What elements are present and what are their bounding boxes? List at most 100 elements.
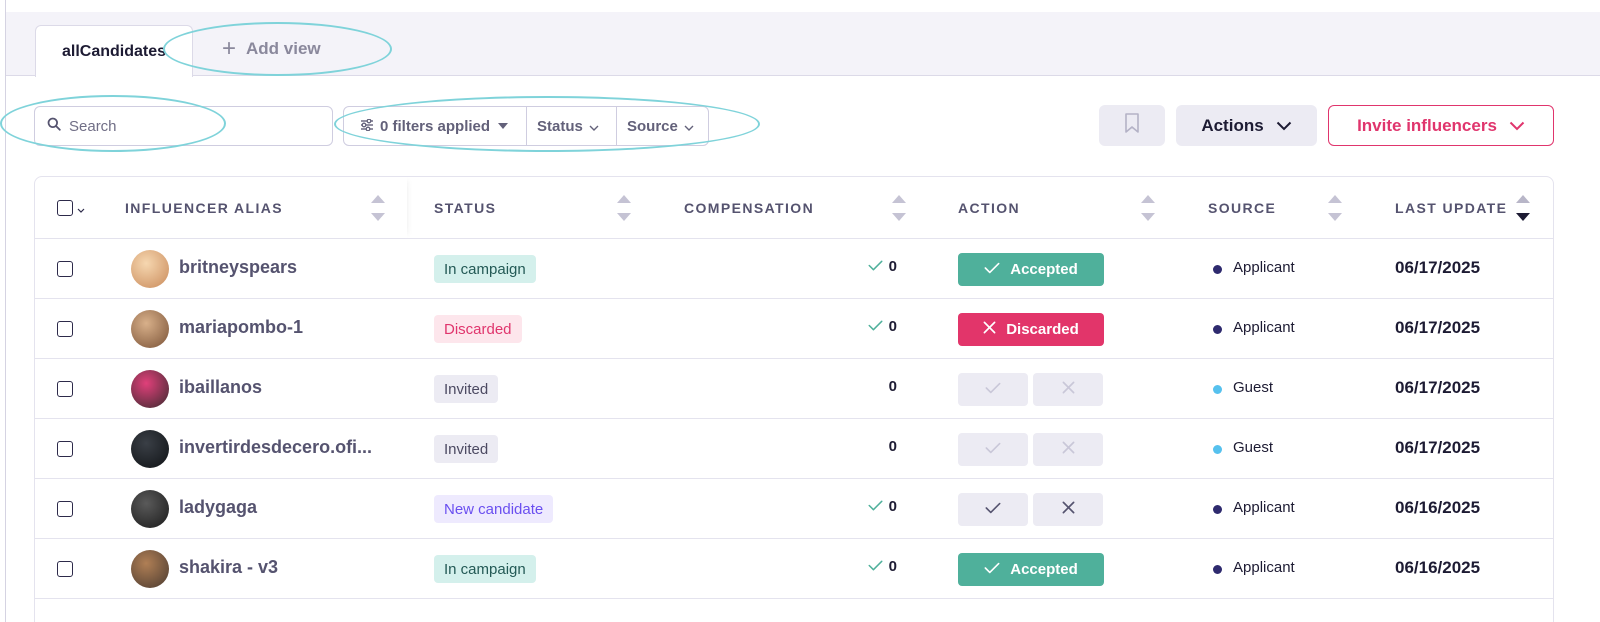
col-header-action[interactable]: ACTION: [958, 177, 1020, 238]
candidates-table: INFLUENCER ALIAS STATUS COMPENSATION ACT…: [34, 176, 1554, 622]
table-row[interactable]: britneyspears In campaign 0 Accepted Applica…: [35, 239, 1553, 299]
sort-status-icon[interactable]: [617, 195, 631, 221]
row-checkbox[interactable]: [57, 501, 73, 517]
last-update-date: 06/17/2025: [1395, 438, 1481, 457]
row-checkbox[interactable]: [57, 441, 73, 457]
check-icon: [868, 318, 883, 335]
col-header-source[interactable]: SOURCE: [1208, 177, 1276, 238]
sort-alias-icon[interactable]: [371, 195, 385, 221]
table-row[interactable]: shakira - v3 In campaign 0 Accepted Applican…: [35, 539, 1553, 599]
status-badge: In campaign: [434, 255, 536, 283]
source-dot-icon: [1213, 325, 1222, 334]
sort-action-icon[interactable]: [1141, 195, 1155, 221]
status-filter-dropdown[interactable]: Status: [527, 107, 617, 145]
influencer-alias-link[interactable]: shakira - v3: [179, 557, 278, 578]
discarded-button[interactable]: Discarded: [958, 313, 1104, 346]
col-header-status[interactable]: STATUS: [434, 177, 496, 238]
close-icon: [1062, 501, 1075, 519]
accept-button[interactable]: [958, 373, 1028, 406]
row-checkbox[interactable]: [57, 261, 73, 277]
tab-all-candidates[interactable]: allCandidates: [35, 25, 193, 77]
reject-button[interactable]: [1033, 433, 1103, 466]
influencer-alias-link[interactable]: mariapombo-1: [179, 317, 303, 338]
search-input[interactable]: [69, 117, 309, 135]
actions-button[interactable]: Actions: [1176, 105, 1317, 146]
avatar: [131, 430, 169, 468]
col-header-compensation[interactable]: COMPENSATION: [684, 177, 814, 238]
sliders-icon: [360, 118, 374, 135]
source-label: Applicant: [1233, 499, 1295, 516]
compensation-cell: 0: [855, 258, 897, 275]
last-update-date: 06/16/2025: [1395, 498, 1481, 517]
source-label: Applicant: [1233, 559, 1295, 576]
action-label: Accepted: [1010, 561, 1078, 578]
source-dot-icon: [1213, 565, 1222, 574]
chevron-down-icon: [684, 118, 694, 135]
compensation-value: 0: [888, 318, 897, 335]
accept-button[interactable]: [958, 433, 1028, 466]
influencer-alias-link[interactable]: britneyspears: [179, 257, 297, 278]
select-all-control[interactable]: [57, 177, 85, 238]
page-left-border: [5, 0, 6, 622]
row-checkbox[interactable]: [57, 321, 73, 337]
status-filter-label: Status: [537, 117, 583, 135]
last-update-date: 06/16/2025: [1395, 558, 1481, 577]
filters-applied-label: 0 filters applied: [380, 117, 491, 135]
reject-button[interactable]: [1033, 493, 1103, 526]
sort-last-update-icon[interactable]: [1516, 195, 1530, 221]
invite-influencers-label: Invite influencers: [1357, 115, 1497, 135]
col-header-last-update[interactable]: LAST UPDATE: [1395, 177, 1507, 238]
compensation-value: 0: [888, 258, 897, 275]
close-icon: [983, 321, 996, 338]
table-row[interactable]: mariapombo-1 Discarded 0 Discarded Applicant…: [35, 299, 1553, 359]
table-row[interactable]: ladygaga New candidate 0 Applicant 06/16/202…: [35, 479, 1553, 539]
chevron-down-icon: [1276, 116, 1292, 136]
last-update-date: 06/17/2025: [1395, 318, 1481, 337]
last-update-date: 06/17/2025: [1395, 378, 1481, 397]
caret-down-icon: [498, 123, 509, 129]
table-row[interactable]: invertirdesdecero.ofi... Invited 0 Guest 06/…: [35, 419, 1553, 479]
actions-label: Actions: [1201, 115, 1264, 135]
action-label: Accepted: [1010, 261, 1078, 278]
source-dot-icon: [1213, 385, 1222, 394]
compensation-cell: 0: [855, 438, 897, 455]
compensation-value: 0: [888, 498, 897, 515]
check-icon: [868, 258, 883, 275]
influencer-alias-link[interactable]: ibaillanos: [179, 377, 262, 398]
sort-compensation-icon[interactable]: [892, 195, 906, 221]
invite-influencers-button[interactable]: Invite influencers: [1328, 105, 1554, 146]
accepted-button[interactable]: Accepted: [958, 253, 1104, 286]
row-checkbox[interactable]: [57, 381, 73, 397]
search-icon: [47, 117, 61, 136]
plus-icon: +: [222, 35, 237, 62]
add-view-button[interactable]: + Add view: [222, 34, 321, 64]
influencer-alias-link[interactable]: invertirdesdecero.ofi...: [179, 437, 372, 458]
filters-applied-button[interactable]: 0 filters applied: [344, 107, 527, 145]
row-checkbox[interactable]: [57, 561, 73, 577]
reject-button[interactable]: [1033, 373, 1103, 406]
save-view-button[interactable]: [1099, 105, 1165, 146]
close-icon: [1062, 381, 1075, 399]
sort-source-icon[interactable]: [1328, 195, 1342, 221]
avatar: [131, 550, 169, 588]
influencer-alias-link[interactable]: ladygaga: [179, 497, 257, 518]
close-icon: [1062, 441, 1075, 459]
filter-bar: 0 filters applied Status Source: [343, 106, 709, 146]
status-badge: In campaign: [434, 555, 536, 583]
check-icon: [984, 561, 1000, 578]
compensation-value: 0: [888, 438, 897, 455]
source-filter-dropdown[interactable]: Source: [617, 107, 704, 145]
chevron-down-icon: [1509, 116, 1525, 136]
source-dot-icon: [1213, 505, 1222, 514]
accepted-button[interactable]: Accepted: [958, 553, 1104, 586]
source-label: Applicant: [1233, 259, 1295, 276]
col-header-alias[interactable]: INFLUENCER ALIAS: [125, 177, 283, 238]
last-update-date: 06/17/2025: [1395, 258, 1481, 277]
accept-button[interactable]: [958, 493, 1028, 526]
chevron-down-icon[interactable]: [77, 200, 85, 216]
compensation-cell: 0: [855, 498, 897, 515]
table-row[interactable]: ibaillanos Invited 0 Guest 06/17/2025: [35, 359, 1553, 419]
avatar: [131, 370, 169, 408]
select-all-checkbox[interactable]: [57, 199, 73, 216]
search-box[interactable]: [34, 106, 333, 146]
